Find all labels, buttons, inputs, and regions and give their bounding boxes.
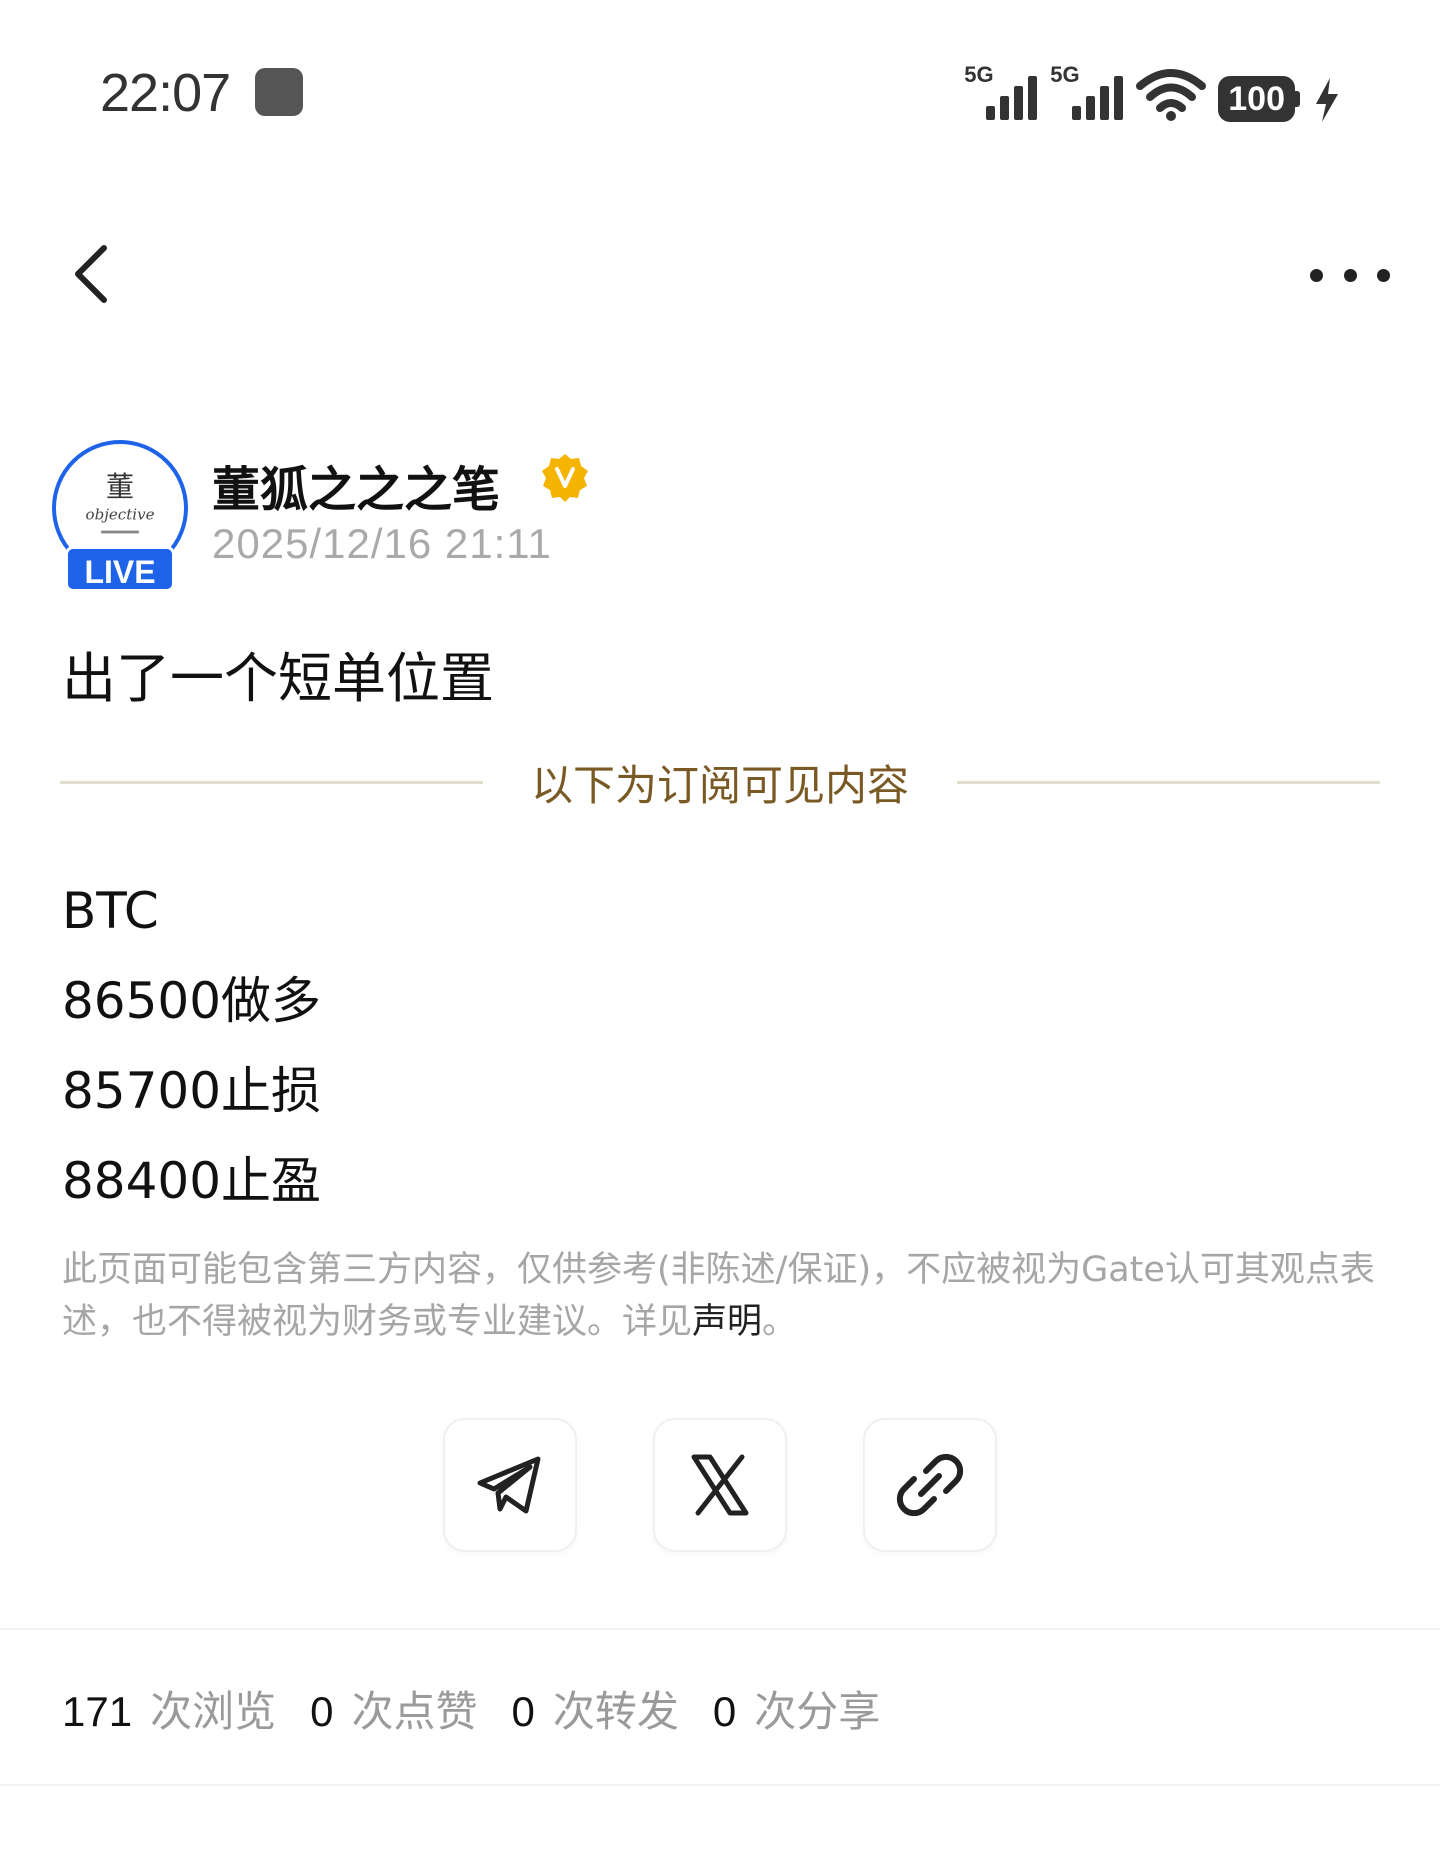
battery-icon: 100 [1218,76,1300,122]
status-time: 22:07 [100,63,231,123]
bottom-separator [0,1784,1440,1786]
share-row [0,1418,1440,1552]
more-options-button[interactable] [1310,255,1390,295]
post-timestamp: 2025/12/16 21:11 [212,520,552,567]
signal-sim1-icon: 5G [964,62,1042,122]
reposts-label: 次转发 [552,1687,679,1736]
views-label: 次浏览 [150,1687,277,1736]
disclaimer-statement-link[interactable]: 声明 [692,1302,762,1342]
shares-count: 0 [712,1688,737,1735]
reposts-count: 0 [511,1688,535,1735]
signal-sim2-icon: 5G [1050,62,1128,122]
live-badge: LIVE [65,546,175,592]
status-bar: 22:07 5G 5G 100 [0,0,1440,190]
x-logo-icon [691,1454,749,1516]
disclaimer-end: 。 [762,1302,798,1342]
author-avatar[interactable]: 董 objective LIVE [52,440,188,600]
charging-bolt-icon [1316,78,1338,122]
status-icons: 5G 5G 100 [964,58,1340,122]
post-title: 出了一个短单位置 [62,647,494,710]
copy-link-button[interactable] [863,1418,997,1552]
content-line: BTC [62,882,159,940]
post-content: BTC 86500做多 85700止损 88400止盈 [62,866,321,1226]
link-icon [896,1453,964,1517]
svg-text:董: 董 [106,471,134,504]
subscription-divider-label: 以下为订阅可见内容 [531,760,910,810]
telegram-icon [477,1456,541,1514]
divider-line-left [60,780,483,784]
content-line: 85700止损 [62,1062,322,1120]
content-line: 86500做多 [62,972,322,1030]
verified-badge-icon [542,454,588,502]
disclaimer: 此页面可能包含第三方内容，仅供参考(非陈述/保证)，不应被视为Gate认可其观点… [62,1244,1382,1348]
divider-line-right [957,780,1381,784]
back-button[interactable] [66,240,114,308]
views-count: 171 [62,1688,133,1735]
subscription-divider: 以下为订阅可见内容 [60,752,1381,812]
author-name[interactable]: 董狐之之之笔 [212,450,500,520]
share-x-button[interactable] [653,1418,787,1552]
svg-text:objective: objective [86,505,155,523]
post-detail-screen: 22:07 5G 5G 100 董 objective LIVE 董狐之之之笔 … [0,0,1440,1866]
ellipsis-icon [1310,268,1323,282]
share-telegram-button[interactable] [443,1418,577,1552]
stats-separator [0,1628,1440,1630]
post-stats: 171 次浏览 0 次点赞 0 次转发 0 次分享 [62,1678,914,1739]
shares-label: 次分享 [754,1687,881,1736]
wifi-icon [1136,69,1207,121]
likes-label: 次点赞 [351,1687,478,1736]
likes-count: 0 [310,1688,334,1735]
content-line: 88400止盈 [62,1152,322,1210]
screen-record-indicator-icon [255,68,303,116]
